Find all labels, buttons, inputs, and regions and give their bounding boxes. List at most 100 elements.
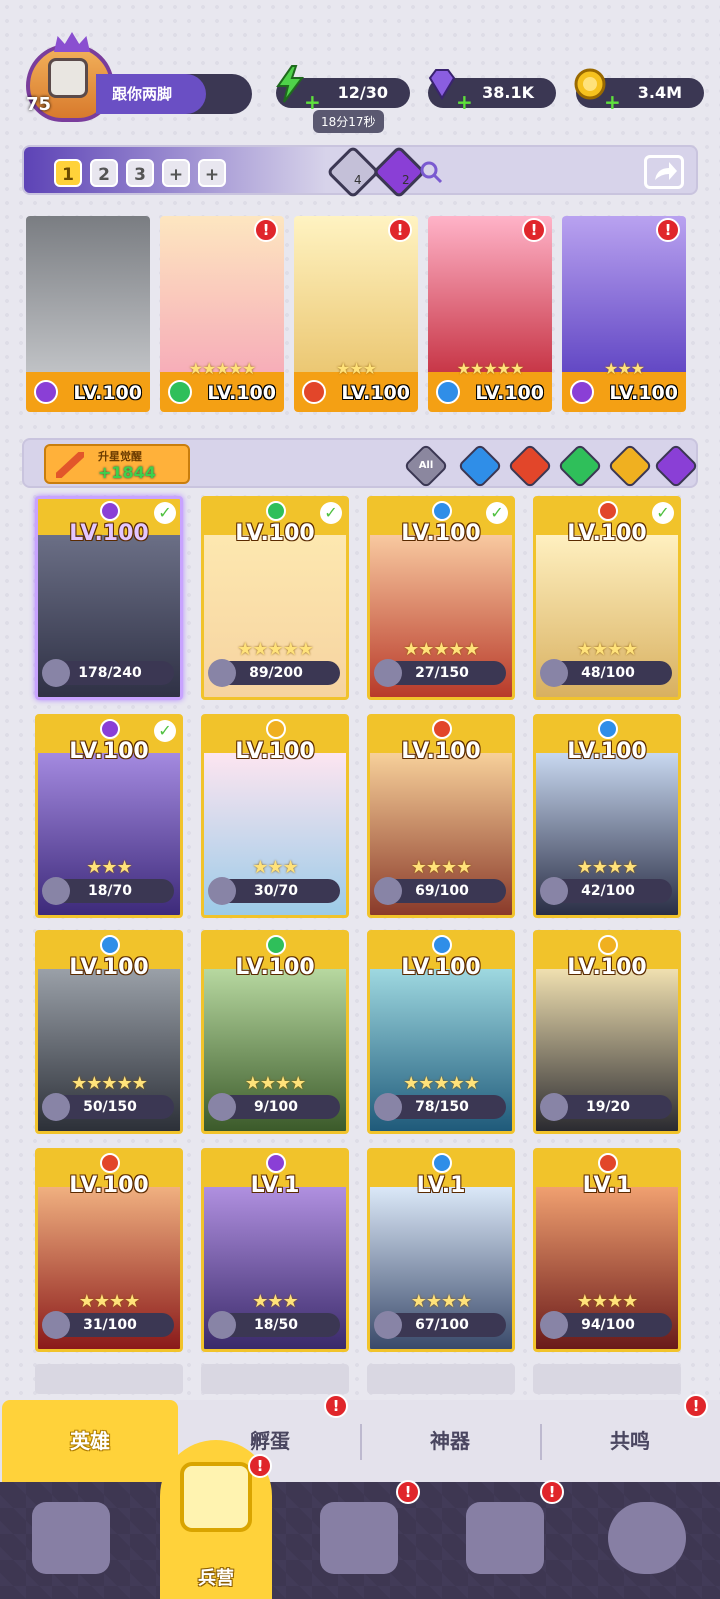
fire-element-icon <box>302 380 326 404</box>
barracks-label: 兵营 <box>198 1568 234 1589</box>
team-tab-1[interactable]: 1 <box>54 159 82 187</box>
hero-card[interactable]: LV.100 ★★★★★ 78/150 <box>367 930 515 1134</box>
awaken-value: +1844 <box>98 463 156 482</box>
fragment-progress: 89/200 <box>208 659 340 687</box>
star-rating: ★★★ <box>252 1291 298 1312</box>
team-slot[interactable]: ★★★★★ LV.100! <box>428 216 552 412</box>
check-icon: ✓ <box>320 502 342 524</box>
hero-level: LV.100 <box>69 739 149 764</box>
shrine-icon[interactable] <box>466 1502 544 1574</box>
dark-element-icon <box>34 380 58 404</box>
gold-counter[interactable]: + 3.4M <box>574 68 704 114</box>
hero-card[interactable]: LV.100 ★★★★ 31/100 <box>35 1148 183 1352</box>
hero-card[interactable]: LV.100 ★★★ 30/70 <box>201 714 349 918</box>
dark-element-icon <box>266 1153 286 1173</box>
hero-level: LV.100 <box>567 739 647 764</box>
fire-element-icon <box>598 501 618 521</box>
hero-card[interactable]: LV.100 ★★★★ 42/100 <box>533 714 681 918</box>
team-slot[interactable]: ★★★ LV.100! <box>562 216 686 412</box>
player-name: 跟你两脚 <box>112 85 173 103</box>
star-rating: ★★★ <box>86 857 132 878</box>
filter-wind-button[interactable] <box>557 443 603 489</box>
star-rating: ★★★★★ <box>403 1073 480 1094</box>
filter-water-button[interactable] <box>457 443 503 489</box>
fragment-progress: 18/70 <box>42 877 174 905</box>
add-gold-icon[interactable]: + <box>604 90 621 114</box>
hero-card[interactable]: LV.100 19/20 <box>533 930 681 1134</box>
map-alert-icon: ! <box>396 1480 420 1504</box>
team-tab-add-1[interactable]: + <box>162 159 190 187</box>
filter-all-label: All <box>418 460 434 471</box>
hero-level: LV.100 <box>69 955 149 980</box>
cards-icon[interactable] <box>32 1502 110 1574</box>
tab-artifacts[interactable]: 神器 <box>362 1400 538 1482</box>
filter-fire-button[interactable] <box>507 443 553 489</box>
hero-level: LV.100 <box>235 955 315 980</box>
team-slot[interactable]: ★★★ LV.100! <box>294 216 418 412</box>
star-rating: ★★★★ <box>410 1291 473 1312</box>
slot-alert-icon: ! <box>254 218 278 242</box>
fragment-progress: 30/70 <box>208 877 340 905</box>
water-element-icon <box>432 501 452 521</box>
nav-barracks[interactable]: 兵营 ! <box>160 1440 272 1599</box>
filter-dark-button[interactable] <box>653 443 699 489</box>
hero-card[interactable]: LV.100 ★★★★ 48/100 ✓ <box>533 496 681 700</box>
hero-level: LV.100 <box>567 955 647 980</box>
filter-all-button[interactable]: All <box>403 443 449 489</box>
hero-portrait <box>26 216 150 388</box>
water-element-icon <box>432 935 452 955</box>
team-slot[interactable]: ★★★★★ LV.100! <box>160 216 284 412</box>
crystal-a-icon[interactable] <box>326 145 380 199</box>
hero-card[interactable]: LV.100 ★★★★★ 50/150 <box>35 930 183 1134</box>
fire-element-icon <box>598 1153 618 1173</box>
player-name-pill[interactable]: 跟你两脚 <box>96 74 252 114</box>
star-rating: ★★★★ <box>576 639 639 660</box>
dark-element-icon <box>100 501 120 521</box>
team-tab-3[interactable]: 3 <box>126 159 154 187</box>
slot-level: LV.100 <box>207 382 276 404</box>
tab-heroes[interactable]: 英雄 <box>2 1400 178 1482</box>
share-icon[interactable] <box>644 155 684 189</box>
light-element-icon <box>266 719 286 739</box>
fire-element-icon <box>432 719 452 739</box>
star-rating: ★★★★★ <box>237 639 314 660</box>
hero-level: LV.100 <box>401 521 481 546</box>
hero-card-partial <box>533 1364 681 1394</box>
hero-card[interactable]: LV.100 178/240 ✓ <box>35 496 183 700</box>
hero-card[interactable]: LV.100 ★★★★ 9/100 <box>201 930 349 1134</box>
map-icon[interactable] <box>320 1502 398 1574</box>
star-rating: ★★★★★ <box>403 639 480 660</box>
water-element-icon <box>432 1153 452 1173</box>
bottom-nav: ! ! <box>0 1480 720 1599</box>
star-awaken-button[interactable]: 升星觉醒 +1844 <box>44 444 190 484</box>
fragment-progress: 78/150 <box>374 1093 506 1121</box>
hero-level: LV.1 <box>582 1173 632 1198</box>
crown-icon <box>54 32 90 52</box>
hero-level: LV.100 <box>235 521 315 546</box>
magnify-icon[interactable] <box>418 159 444 185</box>
team-slot[interactable]: LV.100 <box>26 216 150 412</box>
resonance-alert-icon: ! <box>684 1394 708 1418</box>
energy-counter[interactable]: + 12/30 <box>276 65 410 114</box>
fragment-progress: 27/150 <box>374 659 506 687</box>
hero-card[interactable]: LV.1 ★★★★ 67/100 <box>367 1148 515 1352</box>
add-gem-icon[interactable]: + <box>456 90 473 114</box>
water-element-icon <box>100 935 120 955</box>
hero-card[interactable]: LV.100 ★★★★★ 89/200 ✓ <box>201 496 349 700</box>
slot-alert-icon: ! <box>388 218 412 242</box>
hero-card[interactable]: LV.1 ★★★ 18/50 <box>201 1148 349 1352</box>
team-tab-add-2[interactable]: + <box>198 159 226 187</box>
filter-light-button[interactable] <box>607 443 653 489</box>
top-bar: 75 跟你两脚 + 12/30 18分17秒 + 38.1K + 3.4M <box>0 30 720 133</box>
hero-card[interactable]: LV.1 ★★★★ 94/100 <box>533 1148 681 1352</box>
gem-counter[interactable]: + 38.1K <box>428 69 556 114</box>
check-icon: ✓ <box>486 502 508 524</box>
hero-card[interactable]: LV.100 ★★★★ 69/100 <box>367 714 515 918</box>
light-element-icon <box>598 935 618 955</box>
slot-level: LV.100 <box>475 382 544 404</box>
mushroom-icon[interactable] <box>608 1502 686 1574</box>
team-tab-2[interactable]: 2 <box>90 159 118 187</box>
fragment-progress: 50/150 <box>42 1093 174 1121</box>
hero-card[interactable]: LV.100 ★★★★★ 27/150 ✓ <box>367 496 515 700</box>
hero-card[interactable]: LV.100 ★★★ 18/70 ✓ <box>35 714 183 918</box>
